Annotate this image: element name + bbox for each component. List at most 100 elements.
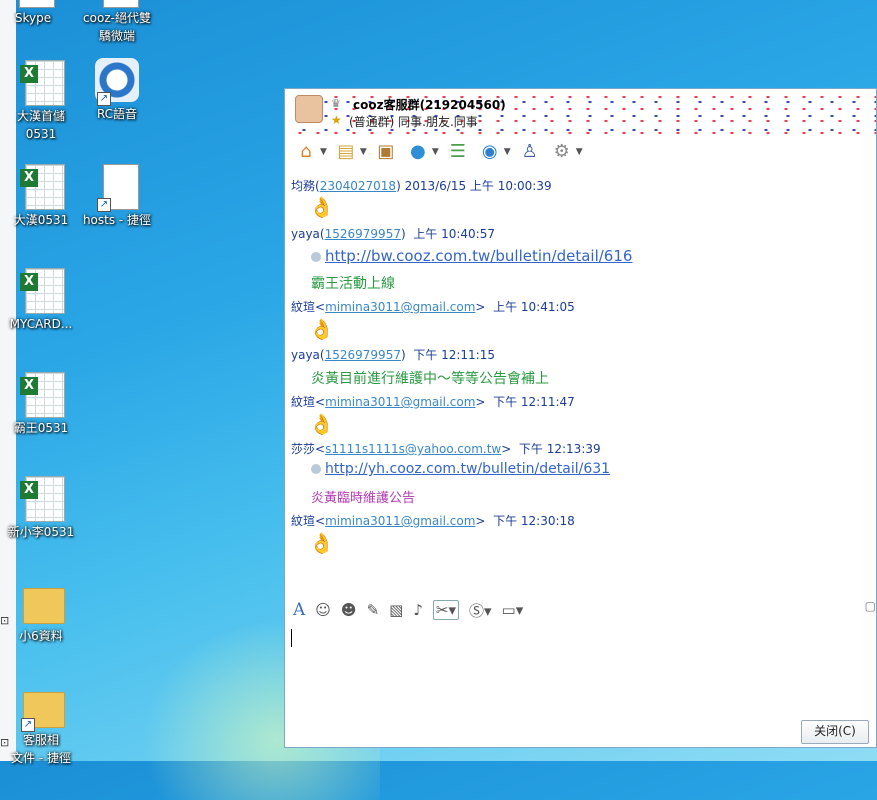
message-header: 莎莎<s1111s1111s@yahoo.com.tw> 下午 12:13:39 xyxy=(291,442,601,456)
ok-hand-emoji: 👌 xyxy=(309,317,334,341)
group-name: cooz客服群(219204560) xyxy=(353,98,506,112)
desktop-icon-cooz[interactable]: cooz-絕代雙 驕微端 xyxy=(72,0,162,44)
desktop-icon-bawang[interactable]: 霸王0531 xyxy=(0,372,86,436)
close-button[interactable]: 关闭(C) xyxy=(801,720,869,744)
chat-toolbar: ⌂ ▼ ▤ ▼ ▣ ● ▼ ☰ ◉ ▼ ♙ ⚙ ▼ xyxy=(285,135,876,169)
message-body: http://yh.cooz.com.tw/bulletin/detail/63… xyxy=(311,461,610,477)
sender-contact-link[interactable]: s1111s1111s@yahoo.com.tw xyxy=(325,442,501,456)
group-chat-window[interactable]: ♛ ★ cooz客服群(219204560) (普通群) 同事.朋友.同事 ⌂ ▼… xyxy=(284,88,877,748)
icon-label: 文件 - 捷徑 xyxy=(11,751,71,765)
group-info: (普通群) 同事.朋友.同事 xyxy=(349,115,478,129)
bulletin-icon: ☰ xyxy=(449,141,466,162)
file-icon: ↗ xyxy=(95,164,139,212)
album-button[interactable]: ▣ xyxy=(373,138,399,166)
desktop-icon-hosts[interactable]: ↗ hosts - 捷徑 xyxy=(72,164,162,228)
members-button[interactable]: ♙ xyxy=(517,138,543,166)
home-icon: ⌂ xyxy=(300,141,312,162)
camera-icon: ◉ xyxy=(481,141,498,162)
message-time: 上午 10:41:05 xyxy=(493,300,575,314)
globe-icon xyxy=(311,251,321,262)
icon-label: 0531 xyxy=(25,127,57,141)
message-header: 紋瑄<mimina3011@gmail.com> 上午 10:41:05 xyxy=(291,300,575,314)
sender-contact-link[interactable]: mimina3011@gmail.com xyxy=(325,395,475,409)
excel-file-icon xyxy=(19,268,65,314)
sender-contact-link[interactable]: mimina3011@gmail.com xyxy=(325,514,475,528)
crown-icon: ♛ xyxy=(331,97,341,110)
icon-label: MYCARD... xyxy=(9,317,73,331)
screenshot-scissors-icon[interactable]: ✂▾ xyxy=(432,600,460,620)
music-icon[interactable]: ♪ xyxy=(413,601,423,619)
icon-label: RC語音 xyxy=(96,107,138,121)
message-header: 紋瑄<mimina3011@gmail.com> 下午 12:11:47 xyxy=(291,395,575,409)
desktop-icon-rc-voice[interactable]: ↗ RC語音 xyxy=(72,58,162,122)
message-time: 2013/6/15 上午 10:00:39 xyxy=(404,179,552,193)
app-icon xyxy=(11,0,55,8)
magic-face-icon[interactable]: ☻ xyxy=(341,601,357,619)
image-icon[interactable]: ▧ xyxy=(389,601,403,619)
desktop-icon-mycard[interactable]: MYCARD... xyxy=(0,268,86,332)
message-input[interactable] xyxy=(285,621,876,707)
ok-hand-emoji: 👌 xyxy=(309,412,334,436)
message-time: 下午 12:13:39 xyxy=(518,442,601,456)
sender-name: yaya xyxy=(291,348,320,362)
settings-icon: ⚙ xyxy=(553,141,570,162)
icon-label: 驕微端 xyxy=(98,29,135,43)
icon-label: 霸王0531 xyxy=(13,421,69,435)
sender-name: 紋瑄 xyxy=(291,300,316,314)
message-text: 霸王活動上線 xyxy=(311,276,395,292)
bulletin-button[interactable]: ☰ xyxy=(445,138,471,166)
sender-contact-link[interactable]: 1526979957 xyxy=(325,227,401,241)
desktop-icon-service-docs[interactable]: ↗ 客服相 文件 - 捷徑 xyxy=(0,684,86,766)
icon-label: 客服相 xyxy=(22,733,59,747)
message-header: yaya(1526979957) 下午 12:11:15 xyxy=(291,348,495,362)
sender-contact-link[interactable]: 1526979957 xyxy=(325,348,401,362)
message-time: 上午 10:40:57 xyxy=(413,227,495,241)
group-avatar-icon[interactable] xyxy=(295,95,323,123)
voice-icon: ● xyxy=(409,141,426,162)
message-text: 炎黃臨時維護公告 xyxy=(311,491,416,506)
icon-label: hosts - 捷徑 xyxy=(82,213,152,227)
files-button[interactable]: ▤ ▼ xyxy=(333,138,366,166)
photo-album-icon: ▣ xyxy=(377,141,395,162)
camera-button[interactable]: ◉ ▼ xyxy=(477,138,511,166)
message-body: http://bw.cooz.com.tw/bulletin/detail/61… xyxy=(311,247,632,265)
rc-voice-icon: ↗ xyxy=(95,58,139,106)
star-icon: ★ xyxy=(331,113,342,127)
icon-label: cooz-絕代雙 xyxy=(83,11,151,25)
desktop-icon-xiao6[interactable]: 小6資料 xyxy=(0,580,86,644)
font-icon[interactable]: A xyxy=(293,600,305,620)
sender-name: 紋瑄 xyxy=(291,395,316,409)
expand-icon[interactable]: ▢ xyxy=(865,599,876,613)
message-header: yaya(1526979957) 上午 10:40:57 xyxy=(291,227,495,241)
emoticon-icon[interactable]: ☺ xyxy=(315,601,331,619)
settings-button[interactable]: ⚙ ▼ xyxy=(549,138,583,166)
ok-hand-emoji: 👌 xyxy=(309,195,334,219)
message-text: 炎黃目前進行維護中～等等公告會補上 xyxy=(311,371,549,387)
message-record-icon[interactable]: ▭▾ xyxy=(502,601,524,619)
sender-name: 紋瑄 xyxy=(291,514,316,528)
voice-button[interactable]: ● ▼ xyxy=(405,138,439,166)
folder-icon: ↗ xyxy=(19,684,65,732)
folder-icon xyxy=(19,580,65,626)
text-caret xyxy=(291,629,292,647)
excel-file-icon xyxy=(19,476,65,522)
bulletin-link[interactable]: http://yh.cooz.com.tw/bulletin/detail/63… xyxy=(325,461,610,477)
message-header: 紋瑄<mimina3011@gmail.com> 下午 12:30:18 xyxy=(291,514,575,528)
sogou-icon[interactable]: Ⓢ▾ xyxy=(469,600,492,621)
message-time: 下午 12:11:47 xyxy=(493,395,575,409)
excel-file-icon xyxy=(19,372,65,418)
bulletin-link[interactable]: http://bw.cooz.com.tw/bulletin/detail/61… xyxy=(325,247,632,265)
sender-contact-link[interactable]: 2304027018 xyxy=(320,179,396,193)
icon-label: 新小李0531 xyxy=(7,525,75,539)
input-toolbar: A ☺ ☻ ✎ ▧ ♪ ✂▾ Ⓢ▾ ▭▾ xyxy=(293,597,523,623)
home-button[interactable]: ⌂ ▼ xyxy=(293,138,327,166)
desktop-icon-xiaoli[interactable]: 新小李0531 xyxy=(0,476,86,540)
edit-icon[interactable]: ✎ xyxy=(367,601,380,619)
sender-contact-link[interactable]: mimina3011@gmail.com xyxy=(325,300,475,314)
ok-hand-emoji: 👌 xyxy=(309,531,334,555)
app-icon xyxy=(95,0,139,8)
globe-icon xyxy=(311,464,321,474)
message-header: 均務(2304027018) 2013/6/15 上午 10:00:39 xyxy=(291,179,552,193)
desktop-icon-skype[interactable]: Skype xyxy=(0,0,78,26)
member-icon: ♙ xyxy=(521,141,538,162)
